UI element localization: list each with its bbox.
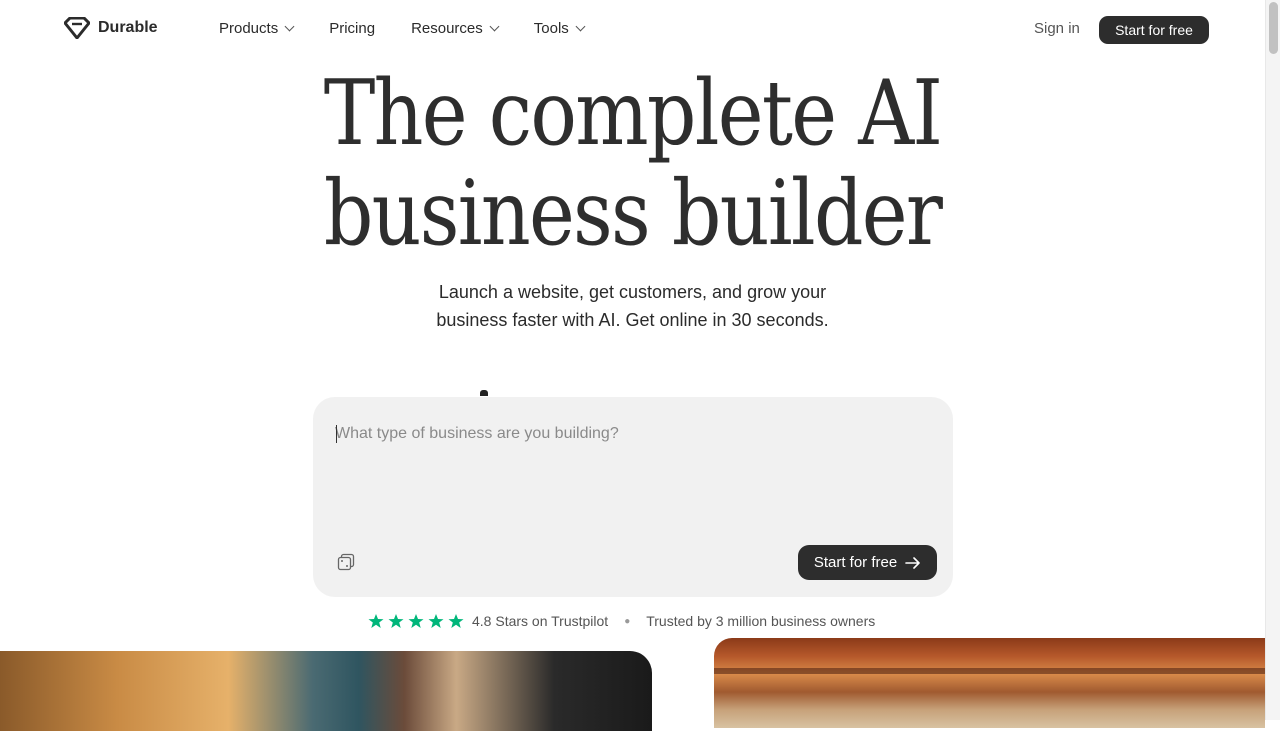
trusted-text: Trusted by 3 million business owners [646, 613, 876, 629]
sign-in-link[interactable]: Sign in [1034, 20, 1080, 37]
prompt-start-label: Start for free [813, 554, 898, 571]
decorative-mark [480, 390, 488, 396]
star-icon [368, 614, 384, 628]
star-icon [428, 614, 444, 628]
title-line-2: business builder [323, 161, 943, 266]
nav-tools-label: Tools [533, 20, 569, 37]
business-prompt-box: Start for free [313, 397, 953, 597]
hero-subheading: Launch a website, get customers, and gro… [0, 278, 1265, 334]
nav-links: Products Pricing Resources Tools [219, 20, 586, 37]
start-for-free-button[interactable]: Start for free [1099, 16, 1209, 44]
nav-tools[interactable]: Tools [533, 20, 586, 37]
title-line-1: The complete AI [323, 61, 943, 166]
nav-pricing[interactable]: Pricing [329, 20, 375, 37]
subhead-line-1: Launch a website, get customers, and gro… [438, 282, 827, 302]
nav-pricing-label: Pricing [329, 20, 376, 37]
rating-text: 4.8 Stars on Trustpilot [472, 613, 609, 629]
scrollbar-thumb[interactable] [1269, 2, 1278, 54]
arrow-right-icon [905, 556, 920, 569]
dice-icon[interactable] [337, 553, 355, 571]
chevron-down-icon [489, 21, 500, 32]
nav-resources-label: Resources [411, 20, 483, 37]
nav-resources[interactable]: Resources [411, 20, 500, 37]
trustpilot-stars [368, 613, 464, 629]
diamond-logo-icon [64, 17, 90, 39]
trust-line: 4.8 Stars on Trustpilot ● Trusted by 3 m… [368, 613, 875, 629]
star-icon [408, 614, 424, 628]
page-title: The complete AI business builder [0, 64, 1265, 264]
business-type-input[interactable] [335, 421, 925, 447]
showcase-image-right [714, 638, 1265, 728]
star-icon [448, 614, 464, 628]
text-caret [336, 425, 337, 443]
chevron-down-icon [284, 21, 295, 32]
brand-name: Durable [98, 19, 158, 36]
separator-dot: ● [624, 615, 631, 627]
chevron-down-icon [575, 21, 586, 32]
prompt-start-button[interactable]: Start for free [798, 545, 937, 580]
top-nav: Durable Products Pricing Resources Tools… [0, 0, 1265, 60]
subhead-line-2: business faster with AI. Get online in 3… [436, 310, 829, 330]
showcase-image-left [0, 651, 652, 731]
star-icon [388, 614, 404, 628]
page-scrollbar[interactable] [1265, 0, 1280, 720]
nav-products-label: Products [219, 20, 279, 37]
nav-products[interactable]: Products [219, 20, 295, 37]
brand-logo[interactable]: Durable [64, 17, 158, 39]
